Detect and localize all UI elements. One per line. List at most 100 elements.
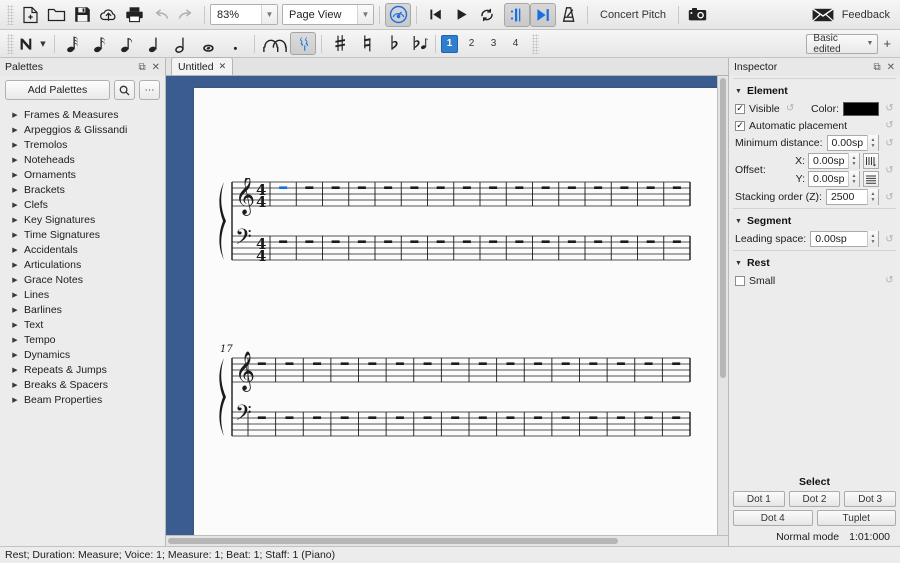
palette-item-brackets[interactable]: ▶ Brackets <box>0 182 165 197</box>
rest-button[interactable] <box>290 32 316 55</box>
workspace-combo[interactable]: Basic edited ▼ <box>806 33 879 55</box>
undock-icon[interactable]: ⧉ <box>138 62 145 73</box>
palette-item-grace-notes[interactable]: ▶ Grace Notes <box>0 272 165 287</box>
palette-item-dynamics[interactable]: ▶ Dynamics <box>0 347 165 362</box>
whole-measure-rest[interactable] <box>423 362 432 365</box>
whole-measure-rest[interactable] <box>594 186 603 189</box>
toolbar-grip[interactable] <box>532 33 539 54</box>
whole-measure-rest[interactable] <box>589 416 598 419</box>
whole-measure-rest[interactable] <box>534 362 543 365</box>
score-system-1[interactable]: 𝄞 𝄢 4 4 4 4 <box>208 175 698 271</box>
whole-measure-rest[interactable] <box>561 362 570 365</box>
dot-4-button[interactable]: Dot 4 <box>733 510 813 526</box>
whole-measure-rest[interactable] <box>541 240 550 243</box>
whole-measure-rest[interactable] <box>423 416 432 419</box>
whole-measure-rest[interactable] <box>620 240 629 243</box>
whole-measure-rest[interactable] <box>279 240 288 243</box>
whole-measure-rest[interactable] <box>410 240 419 243</box>
close-icon[interactable]: ✕ <box>152 62 160 73</box>
duration-64th[interactable] <box>60 32 87 55</box>
whole-measure-rest[interactable] <box>313 362 322 365</box>
dot-1-button[interactable]: Dot 1 <box>733 491 785 507</box>
palette-item-noteheads[interactable]: ▶ Noteheads <box>0 152 165 167</box>
whole-measure-rest[interactable] <box>489 240 498 243</box>
close-icon[interactable]: ✕ <box>887 62 895 73</box>
more-options-icon[interactable]: ⋯ <box>139 80 160 100</box>
leading-space-input[interactable]: 0.00sp ▲ ▼ <box>810 231 879 247</box>
document-tab-untitled[interactable]: Untitled ✕ <box>171 57 234 75</box>
whole-measure-rest[interactable] <box>672 362 681 365</box>
accidental-natural[interactable] <box>354 32 381 55</box>
automatic-placement-checkbox[interactable]: ✓ <box>735 120 745 131</box>
whole-measure-rest[interactable] <box>644 416 653 419</box>
whole-measure-rest[interactable] <box>561 416 570 419</box>
whole-measure-rest[interactable] <box>567 240 576 243</box>
score-canvas[interactable]: 𝄞 𝄢 4 4 4 4 17 𝄞 𝄢 <box>166 76 728 535</box>
open-score-button[interactable] <box>43 3 69 27</box>
save-score-button[interactable] <box>69 3 95 27</box>
whole-measure-rest[interactable] <box>305 186 314 189</box>
whole-measure-rest[interactable] <box>478 416 487 419</box>
whole-measure-rest[interactable] <box>672 186 681 189</box>
whole-measure-rest[interactable] <box>257 362 266 365</box>
search-icon[interactable] <box>114 80 135 100</box>
duration-32nd[interactable] <box>87 32 114 55</box>
stacking-order-input[interactable]: 2500 ▲ ▼ <box>825 189 879 205</box>
add-workspace-button[interactable]: + <box>878 36 896 51</box>
whole-measure-rest[interactable] <box>506 362 515 365</box>
palette-item-barlines[interactable]: ▶ Barlines <box>0 302 165 317</box>
whole-measure-rest[interactable] <box>257 416 266 419</box>
whole-measure-rest[interactable] <box>478 362 487 365</box>
play-panel-button[interactable] <box>385 2 411 27</box>
palette-item-ornaments[interactable]: ▶ Ornaments <box>0 167 165 182</box>
palette-item-articulations[interactable]: ▶ Articulations <box>0 257 165 272</box>
whole-measure-rest[interactable] <box>436 240 445 243</box>
whole-measure-rest[interactable] <box>410 186 419 189</box>
tie-button[interactable] <box>260 32 290 55</box>
new-score-button[interactable] <box>17 3 43 27</box>
voice-3-button[interactable]: 3 <box>485 35 502 53</box>
whole-measure-rest[interactable] <box>285 416 294 419</box>
offset-y-snap-icon[interactable] <box>863 171 879 187</box>
whole-measure-rest[interactable] <box>462 240 471 243</box>
reset-icon[interactable]: ↺ <box>883 164 896 177</box>
whole-measure-rest[interactable] <box>285 362 294 365</box>
offset-x-input[interactable]: 0.00sp ▲ ▼ <box>808 153 860 169</box>
note-input-button[interactable] <box>17 32 37 55</box>
toolbar-grip[interactable] <box>7 4 14 25</box>
whole-measure-rest[interactable] <box>395 362 404 365</box>
whole-measure-rest[interactable] <box>534 416 543 419</box>
add-palettes-button[interactable]: Add Palettes <box>5 80 110 100</box>
small-checkbox[interactable] <box>735 275 745 286</box>
whole-measure-rest[interactable] <box>340 362 349 365</box>
whole-measure-rest[interactable] <box>368 362 377 365</box>
horizontal-scroll-thumb[interactable] <box>168 538 618 544</box>
feedback-label[interactable]: Feedback <box>835 9 896 21</box>
whole-measure-rest[interactable] <box>451 416 460 419</box>
whole-measure-rest[interactable] <box>384 186 393 189</box>
duration-whole[interactable] <box>195 32 222 55</box>
palette-item-repeats-jumps[interactable]: ▶ Repeats & Jumps <box>0 362 165 377</box>
inspector-section-segment[interactable]: ▼ Segment <box>729 211 900 230</box>
save-online-button[interactable] <box>95 3 121 27</box>
rewind-button[interactable] <box>422 3 448 27</box>
minimum-distance-input[interactable]: 0.00sp ▲ ▼ <box>826 135 879 151</box>
vertical-scrollbar[interactable] <box>717 76 728 535</box>
accidental-flat[interactable] <box>381 32 408 55</box>
duration-quarter[interactable] <box>141 32 168 55</box>
palette-item-arpeggios-glissandi[interactable]: ▶ Arpeggios & Glissandi <box>0 122 165 137</box>
accidental-flip[interactable] <box>408 32 430 55</box>
redo-button[interactable] <box>173 3 199 27</box>
score-system-2[interactable]: 17 𝄞 𝄢 <box>208 338 698 441</box>
whole-measure-rest[interactable] <box>616 416 625 419</box>
whole-measure-rest[interactable] <box>567 186 576 189</box>
offset-y-stepper[interactable]: ▲ ▼ <box>848 171 859 187</box>
inspector-section-rest[interactable]: ▼ Rest <box>729 253 900 272</box>
whole-measure-rest[interactable] <box>357 240 366 243</box>
whole-measure-rest[interactable] <box>672 240 681 243</box>
leading-space-stepper[interactable]: ▲ ▼ <box>867 231 878 247</box>
offset-x-stepper[interactable]: ▲ ▼ <box>848 153 859 169</box>
stacking-order-stepper[interactable]: ▲ ▼ <box>867 189 878 205</box>
whole-measure-rest[interactable] <box>384 240 393 243</box>
toolbar-grip[interactable] <box>7 33 14 54</box>
